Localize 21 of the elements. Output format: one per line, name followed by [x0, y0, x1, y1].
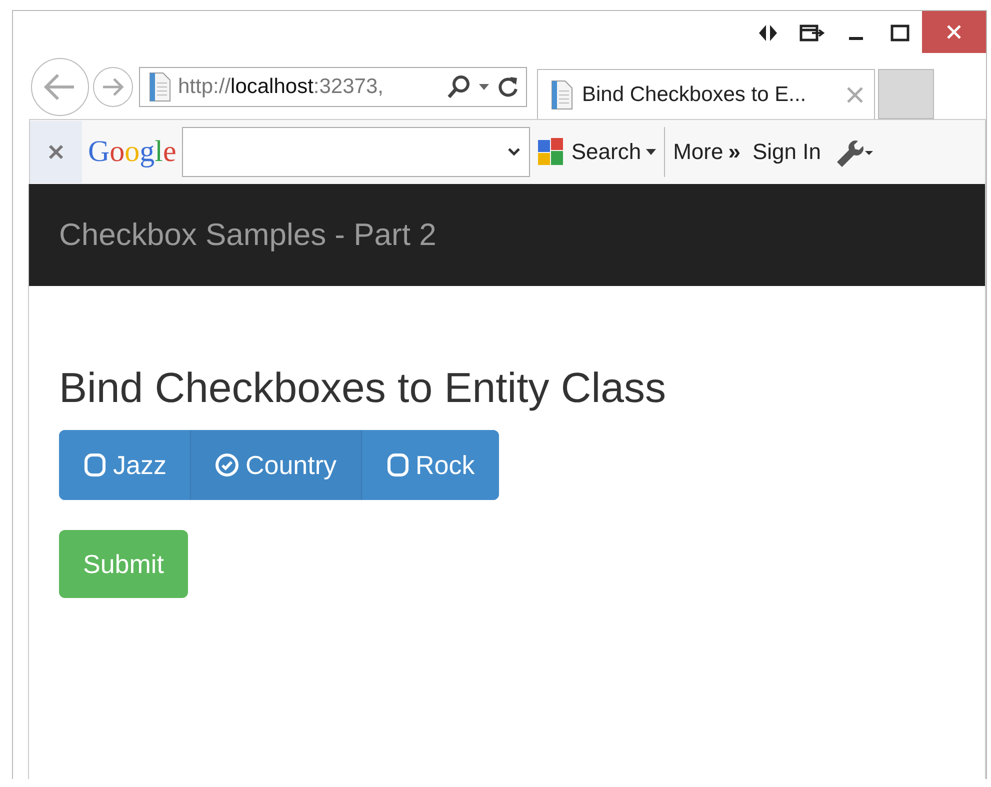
- genre-toggle[interactable]: Rock: [360, 430, 499, 500]
- google-logo: Google: [88, 135, 176, 169]
- arrow-left-icon: [43, 73, 77, 101]
- page-heading: Bind Checkboxes to Entity Class: [59, 364, 667, 412]
- sign-in-link[interactable]: Sign In: [746, 139, 827, 165]
- arrow-right-icon: [101, 77, 125, 97]
- search-icon[interactable]: [446, 74, 472, 100]
- genre-toggle[interactable]: Country: [190, 430, 361, 500]
- browser-tab[interactable]: Bind Checkboxes to E...: [537, 69, 875, 119]
- caret-icon[interactable]: [478, 83, 490, 91]
- more-button[interactable]: More »: [667, 139, 746, 165]
- chevron-down-icon[interactable]: [507, 147, 522, 157]
- close-icon[interactable]: [30, 121, 82, 183]
- search-field[interactable]: [182, 127, 530, 177]
- close-icon[interactable]: [922, 11, 986, 53]
- address-bar[interactable]: http://localhost:32373,: [139, 67, 527, 107]
- caret-icon: [646, 149, 656, 155]
- refresh-icon[interactable]: [496, 75, 520, 99]
- url-text: http://localhost:32373,: [178, 75, 384, 99]
- brand-link[interactable]: Checkbox Samples - Part 2: [59, 217, 436, 253]
- search-button[interactable]: Search: [530, 136, 662, 168]
